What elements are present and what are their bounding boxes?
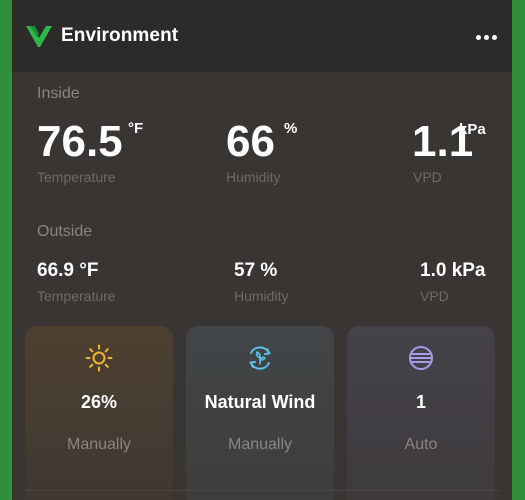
inside-vpd-unit: kPa xyxy=(459,121,486,138)
outside-vpd-label: VPD xyxy=(420,288,449,304)
bottom-divider xyxy=(25,490,499,491)
more-horizontal-icon xyxy=(475,34,481,40)
inside-section-label: Inside xyxy=(37,85,80,102)
fan-tile[interactable]: Natural Wind Manually xyxy=(186,326,334,500)
circulation-value: 1 xyxy=(415,392,426,412)
sun-icon xyxy=(85,344,113,372)
outside-temperature-label: Temperature xyxy=(37,288,116,304)
circulation-tile[interactable]: 1 Auto xyxy=(347,326,495,500)
card-header: Environment xyxy=(12,0,512,72)
outside-temperature-value: 66.9 °F xyxy=(37,260,99,281)
outside-humidity-label: Humidity xyxy=(234,288,289,304)
more-menu-button[interactable] xyxy=(471,27,501,47)
fan-value: Natural Wind xyxy=(204,392,316,412)
inside-humidity-unit: % xyxy=(284,120,298,137)
inside-temperature-value: 76.5 xyxy=(37,117,123,166)
outside-humidity-value: 57 % xyxy=(234,260,278,281)
outside-vpd-value: 1.0 kPa xyxy=(420,260,486,281)
grow-light-value: 26% xyxy=(80,392,118,412)
inside-temperature-unit: °F xyxy=(128,120,144,137)
inside-humidity-label: Humidity xyxy=(226,169,281,185)
v-leaf-logo-icon xyxy=(26,26,52,47)
grow-light-tile[interactable]: 26% Manually xyxy=(25,326,173,500)
inside-humidity-value: 66 xyxy=(226,117,275,166)
card-title: Environment xyxy=(61,25,179,46)
circulation-mode: Auto xyxy=(404,436,438,453)
environment-card: Environment Inside 76.5 °F Temperature 6… xyxy=(12,0,512,500)
inside-vpd-label: VPD xyxy=(413,169,442,185)
inside-temperature-label: Temperature xyxy=(37,169,116,185)
grow-light-mode: Manually xyxy=(66,436,132,453)
natural-wind-icon xyxy=(249,346,271,370)
circulation-fan-icon xyxy=(409,346,433,370)
fan-mode: Manually xyxy=(227,436,293,453)
outside-section-label: Outside xyxy=(37,223,93,240)
